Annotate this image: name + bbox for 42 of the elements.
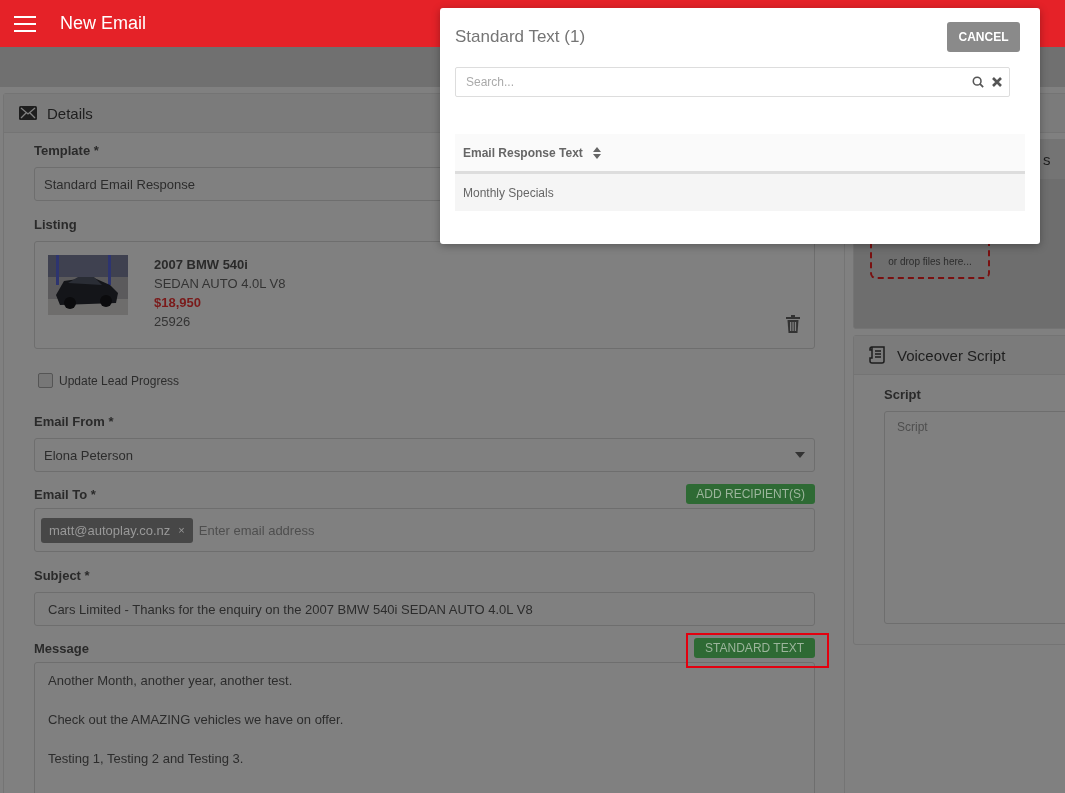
table-cell: Monthly Specials xyxy=(463,185,554,200)
drop-hint: or drop files here... xyxy=(888,256,972,267)
standard-text-button[interactable]: STANDARD TEXT xyxy=(694,638,815,658)
message-paragraph: Testing 1, Testing 2 and Testing 3. xyxy=(48,750,245,768)
message-paragraph: Check out the AMAZING vehicles we have on offer. xyxy=(48,711,345,729)
panel-title: Details xyxy=(47,104,93,122)
field-label: Message xyxy=(34,640,89,656)
field-label: Email To * xyxy=(34,486,96,502)
cancel-button[interactable]: CANCEL xyxy=(947,22,1020,52)
column-header[interactable]: Email Response Text xyxy=(463,145,583,160)
email-from-select[interactable]: Elona Peterson xyxy=(34,438,815,472)
panel-title: Voiceover Script xyxy=(897,346,1006,364)
scroll-icon xyxy=(869,346,887,364)
trash-icon[interactable] xyxy=(786,315,800,333)
search-field[interactable]: Search... xyxy=(455,67,1010,97)
listing-subtitle: SEDAN AUTO 4.0L V8 xyxy=(154,276,286,291)
menu-icon[interactable] xyxy=(14,15,36,32)
field-label: Listing xyxy=(34,217,77,233)
page-title: New Email xyxy=(60,13,147,34)
field-label: Template * xyxy=(34,143,99,159)
remove-recipient-button[interactable]: × xyxy=(178,524,185,536)
field-label: Subject * xyxy=(34,568,90,584)
message-editor[interactable]: Another Month, another year, another test. Check out the AMAZING vehicles we have on offer. Testing 1, Testing 2 and Testing 3. xyxy=(34,662,815,793)
dialog-title: Standard Text (1) xyxy=(455,27,586,47)
stock-number: 25926 xyxy=(154,314,192,329)
message-paragraph: Another Month, another year, another test. xyxy=(48,672,294,690)
sort-icon[interactable] xyxy=(592,146,601,159)
listing-price: $18,950 xyxy=(154,295,202,310)
caret-icon xyxy=(795,452,805,458)
table-row[interactable]: Monthly Specials xyxy=(455,174,1025,211)
panel-title: s xyxy=(1043,150,1051,168)
subject-field[interactable]: Cars Limited - Thanks for the enquiry on the 2007 BMW 540i SEDAN AUTO 4.0L V8 xyxy=(34,592,815,626)
envelope-icon xyxy=(19,106,37,120)
add-recipient-button[interactable]: ADD RECIPIENT(S) xyxy=(686,484,815,504)
checkbox[interactable] xyxy=(38,373,53,388)
listing-title: 2007 BMW 540i xyxy=(154,257,249,272)
field-label: Script xyxy=(884,387,921,403)
field-label: Email From * xyxy=(34,414,114,430)
search-icon[interactable] xyxy=(972,76,984,88)
recipient-address: matt@autoplay.co.nz xyxy=(49,522,171,538)
checkbox-label: Update Lead Progress xyxy=(59,373,180,388)
clear-icon[interactable] xyxy=(991,76,1003,88)
